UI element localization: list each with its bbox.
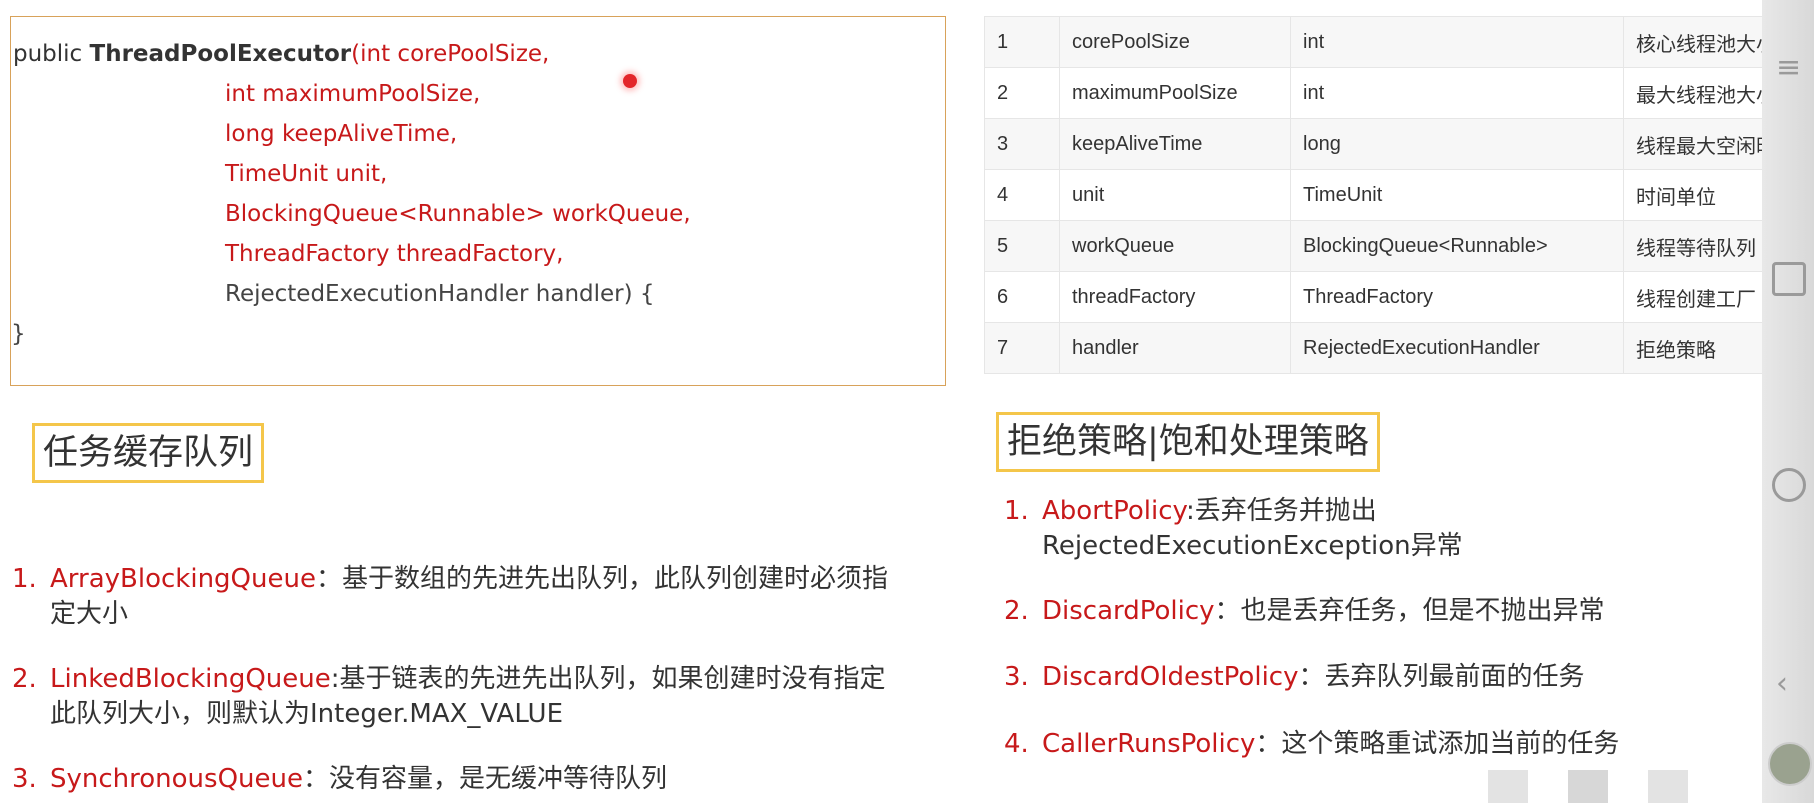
code-line-1: public ThreadPoolExecutor(int corePoolSi… bbox=[13, 41, 550, 67]
table-cell: TimeUnit bbox=[1290, 169, 1624, 221]
bottom-strip-block-3 bbox=[1648, 770, 1688, 803]
bottom-strip-block-2 bbox=[1568, 770, 1608, 803]
table-cell: 1 bbox=[984, 16, 1060, 68]
queue-section-title: 任务缓存队列 bbox=[32, 423, 265, 483]
code-box: public ThreadPoolExecutor(int corePoolSi… bbox=[10, 16, 946, 386]
menu-icon[interactable]: ≡ bbox=[1776, 50, 1801, 85]
code-line-7: RejectedExecutionHandler handler) { bbox=[225, 281, 655, 307]
table-row: 6 threadFactory ThreadFactory 线程创建工厂 bbox=[984, 271, 1797, 323]
table-cell: 4 bbox=[984, 169, 1060, 221]
table-cell: handler bbox=[1059, 322, 1291, 374]
square-icon[interactable] bbox=[1772, 262, 1806, 296]
policy-item-2: 2. DiscardPolicy：也是丢弃任务，但是不抛出异常 bbox=[1004, 596, 1605, 626]
table-cell: corePoolSize bbox=[1059, 16, 1291, 68]
code-line-2: int maximumPoolSize, bbox=[225, 81, 481, 107]
table-row: 5 workQueue BlockingQueue<Runnable> 线程等待队列 bbox=[984, 220, 1797, 272]
queue-item-1: 1. ArrayBlockingQueue：基于数组的先进先出队列，此队列创建时… bbox=[12, 564, 888, 629]
code-line-3: long keepAliveTime, bbox=[225, 121, 458, 147]
table-cell: int bbox=[1290, 67, 1624, 119]
table-cell: unit bbox=[1059, 169, 1291, 221]
table-cell: ThreadFactory bbox=[1290, 271, 1624, 323]
table-cell: RejectedExecutionHandler bbox=[1290, 322, 1624, 374]
params-table: 1 corePoolSize int 核心线程池大小 2 maximumPoolSize i… bbox=[984, 16, 1797, 374]
table-cell: maximumPoolSize bbox=[1059, 67, 1291, 119]
pointer-dot bbox=[623, 74, 637, 88]
table-cell: workQueue bbox=[1059, 220, 1291, 272]
queue-item-3: 3. SynchronousQueue：没有容量，是无缓冲等待队列 bbox=[12, 764, 668, 794]
table-cell: 2 bbox=[984, 67, 1060, 119]
table-row: 2 maximumPoolSize int 最大线程池大小 bbox=[984, 67, 1797, 119]
table-cell: 3 bbox=[984, 118, 1060, 170]
bottom-strip-block-1 bbox=[1488, 770, 1528, 803]
back-icon[interactable]: ‹ bbox=[1776, 666, 1788, 701]
code-line-5: BlockingQueue<Runnable> workQueue, bbox=[225, 201, 691, 227]
table-cell: keepAliveTime bbox=[1059, 118, 1291, 170]
table-row: 1 corePoolSize int 核心线程池大小 bbox=[984, 16, 1797, 68]
table-cell: 5 bbox=[984, 220, 1060, 272]
table-cell: 7 bbox=[984, 322, 1060, 374]
code-line-4: TimeUnit unit, bbox=[225, 161, 388, 187]
table-cell: long bbox=[1290, 118, 1624, 170]
policy-item-4: 4. CallerRunsPolicy：这个策略重试添加当前的任务 bbox=[1004, 729, 1620, 759]
policy-item-1: 1. AbortPolicy:丢弃任务并抛出 RejectedExecution… bbox=[1004, 496, 1463, 561]
table-cell: BlockingQueue<Runnable> bbox=[1290, 220, 1624, 272]
table-row: 4 unit TimeUnit 时间单位 bbox=[984, 169, 1797, 221]
code-line-6: ThreadFactory threadFactory, bbox=[225, 241, 564, 267]
circle-icon[interactable] bbox=[1772, 468, 1806, 502]
policy-section-title: 拒绝策略|饱和处理策略 bbox=[996, 412, 1380, 472]
queue-item-2: 2. LinkedBlockingQueue:基于链表的先进先出队列，如果创建时… bbox=[12, 664, 886, 729]
table-cell: 6 bbox=[984, 271, 1060, 323]
table-cell: threadFactory bbox=[1059, 271, 1291, 323]
table-row: 3 keepAliveTime long 线程最大空闲时间 bbox=[984, 118, 1797, 170]
side-control-bar: ≡ ‹ bbox=[1762, 0, 1814, 803]
code-line-close: } bbox=[11, 321, 26, 347]
table-cell: int bbox=[1290, 16, 1624, 68]
avatar[interactable] bbox=[1768, 742, 1812, 786]
policy-item-3: 3. DiscardOldestPolicy：丢弃队列最前面的任务 bbox=[1004, 662, 1585, 692]
table-row: 7 handler RejectedExecutionHandler 拒绝策略 bbox=[984, 322, 1797, 374]
